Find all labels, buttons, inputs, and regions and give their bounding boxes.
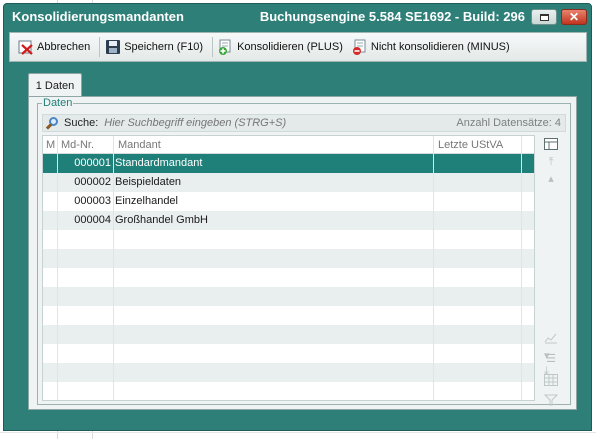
- mandant-cell: Standardmandant: [115, 157, 203, 169]
- save-button[interactable]: Speichern (F10): [105, 36, 203, 58]
- column-divider: [113, 136, 114, 400]
- floppy-disk-icon: [105, 39, 121, 55]
- toolbar-separator: [212, 37, 214, 57]
- group-legend: Daten: [42, 97, 74, 109]
- record-count: Anzahl Datensätze: 4: [456, 117, 561, 129]
- column-header-md-nr[interactable]: Md-Nr.: [61, 139, 94, 151]
- column-divider: [521, 136, 522, 400]
- mandant-grid[interactable]: M Md-Nr. Mandant Letzte UStVA 000001 Stan…: [42, 135, 535, 401]
- close-icon: ✕: [568, 10, 580, 24]
- magnifier-icon[interactable]: [45, 116, 60, 130]
- table-row[interactable]: 000002 Beispieldaten: [43, 173, 534, 192]
- empty-row: [43, 268, 534, 287]
- mandant-cell: Großhandel GmbH: [115, 214, 208, 226]
- md-nr-cell: 000003: [74, 195, 111, 207]
- toolbar-separator: [99, 37, 101, 57]
- close-button[interactable]: ✕: [561, 9, 587, 25]
- unconsolidate-button[interactable]: Nicht konsolidieren (MINUS): [352, 36, 510, 58]
- consolidate-button[interactable]: Konsolidieren (PLUS): [218, 36, 343, 58]
- mandant-cell: Beispieldaten: [115, 176, 182, 188]
- column-header-mandant[interactable]: Mandant: [118, 139, 161, 151]
- empty-row: [43, 230, 534, 249]
- search-label: Suche:: [64, 117, 99, 129]
- empty-row: [43, 363, 534, 382]
- md-nr-cell: 000004: [74, 214, 111, 226]
- column-header-letzte-ustva[interactable]: Letzte UStVA: [438, 139, 503, 151]
- cancel-icon: [18, 39, 34, 55]
- empty-row: [43, 344, 534, 363]
- column-divider: [57, 136, 58, 400]
- md-nr-cell: 000001: [74, 157, 111, 169]
- consolidate-plus-icon: [218, 39, 234, 55]
- column-header-m[interactable]: M: [46, 139, 55, 151]
- cancel-button[interactable]: Abbrechen: [18, 36, 90, 58]
- restore-button[interactable]: [531, 9, 557, 25]
- data-group: Daten Suche: Anzahl Datensätze: 4 M Md-N…: [37, 97, 571, 406]
- window-title: Konsolidierungsmandanten: [12, 9, 184, 24]
- md-nr-cell: 000002: [74, 176, 111, 188]
- column-divider: [433, 136, 434, 400]
- toolbar: Abbrechen Speichern (F10) Konsolidieren …: [9, 32, 587, 62]
- grid-header: M Md-Nr. Mandant Letzte UStVA: [43, 136, 534, 154]
- tab-daten-label: 1 Daten: [35, 79, 75, 92]
- empty-row: [43, 249, 534, 268]
- empty-row: [43, 382, 534, 400]
- title-bar[interactable]: Konsolidierungsmandanten Buchungsengine …: [4, 4, 591, 29]
- consolidation-dialog: Konsolidierungsmandanten Buchungsengine …: [3, 3, 592, 431]
- cancel-label: Abbrechen: [37, 41, 91, 53]
- mandant-cell: Einzelhandel: [115, 195, 178, 207]
- first-record-icon[interactable]: ⤒: [543, 155, 559, 169]
- unconsolidate-label: Nicht konsolidieren (MINUS): [370, 41, 510, 53]
- next-record-icon[interactable]: ▾: [544, 349, 550, 362]
- previous-record-icon[interactable]: ▴: [543, 171, 559, 185]
- grid-sidebar: ⤒ ▴ ☰: [538, 135, 566, 406]
- build-info: Buchungsengine 5.584 SE1692 - Build: 296: [259, 9, 525, 24]
- consolidate-label: Konsolidieren (PLUS): [237, 41, 343, 53]
- filter-icon[interactable]: [543, 393, 559, 407]
- restore-icon: [539, 13, 549, 21]
- table-row[interactable]: 000003 Einzelhandel: [43, 192, 534, 211]
- tab-panel: Daten Suche: Anzahl Datensätze: 4 M Md-N…: [28, 96, 577, 410]
- search-input[interactable]: [104, 117, 405, 129]
- empty-row: [43, 325, 534, 344]
- table-row[interactable]: 000001 Standardmandant: [43, 154, 534, 173]
- last-record-icon[interactable]: ⤓: [544, 365, 549, 378]
- search-bar: Suche: Anzahl Datensätze: 4: [42, 114, 566, 132]
- content-area: 1 Daten Daten Suche: Anzahl Datensätze: …: [9, 65, 587, 427]
- column-chooser-icon[interactable]: [543, 137, 559, 151]
- empty-row: [43, 306, 534, 325]
- save-label: Speichern (F10): [124, 41, 204, 53]
- consolidate-minus-icon: [352, 39, 368, 55]
- empty-row: [43, 287, 534, 306]
- tab-daten[interactable]: 1 Daten: [28, 73, 82, 97]
- table-row[interactable]: 000004 Großhandel GmbH: [43, 211, 534, 230]
- chart-icon[interactable]: [543, 331, 559, 345]
